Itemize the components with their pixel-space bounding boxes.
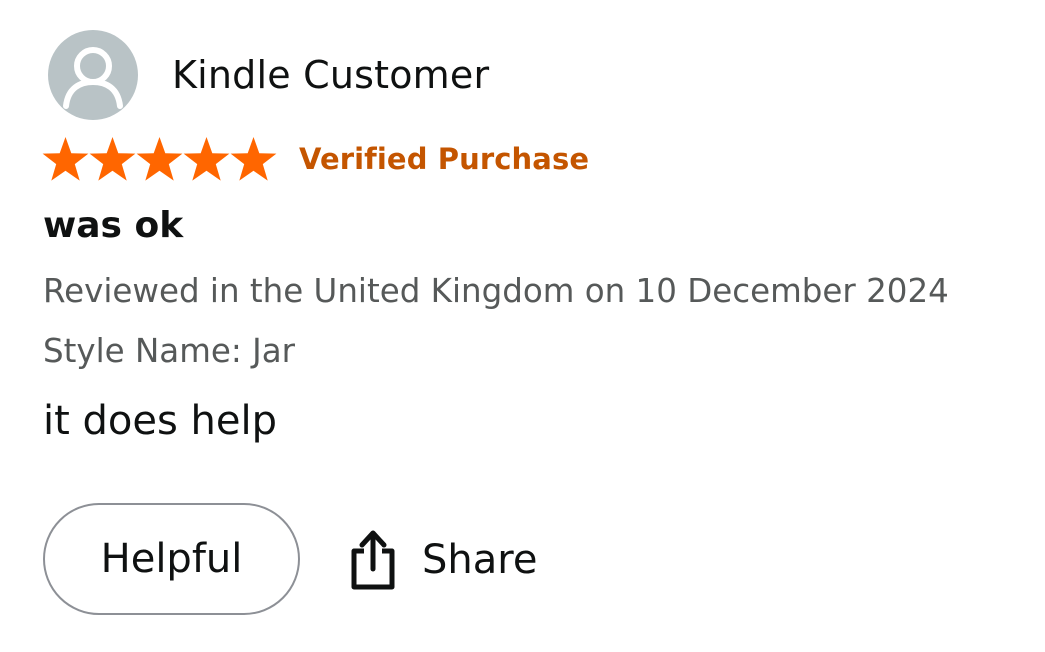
star-icon [89, 137, 136, 181]
star-icon [42, 137, 89, 181]
verified-purchase-badge: Verified Purchase [299, 142, 590, 176]
star-icon [136, 137, 183, 181]
reviewer-profile[interactable]: Kindle Customer [48, 30, 489, 120]
review-style-name: Style Name: Jar [43, 332, 295, 370]
star-icon [230, 137, 277, 181]
star-icon [183, 137, 230, 181]
star-rating[interactable] [42, 136, 277, 182]
review-body: it does help [43, 398, 278, 444]
share-label: Share [422, 537, 538, 583]
review-title: was ok [43, 205, 184, 246]
avatar [48, 30, 138, 120]
review-date: Reviewed in the United Kingdom on 10 Dec… [43, 272, 949, 310]
user-silhouette-icon [63, 47, 123, 109]
helpful-button[interactable]: Helpful [43, 503, 300, 615]
review-card: Kindle Customer Verified Purchase was ok… [0, 0, 1045, 652]
share-upload-icon [351, 530, 395, 590]
reviewer-name: Kindle Customer [172, 53, 490, 97]
share-button[interactable]: Share [348, 528, 537, 592]
rating-row: Verified Purchase [42, 136, 589, 182]
